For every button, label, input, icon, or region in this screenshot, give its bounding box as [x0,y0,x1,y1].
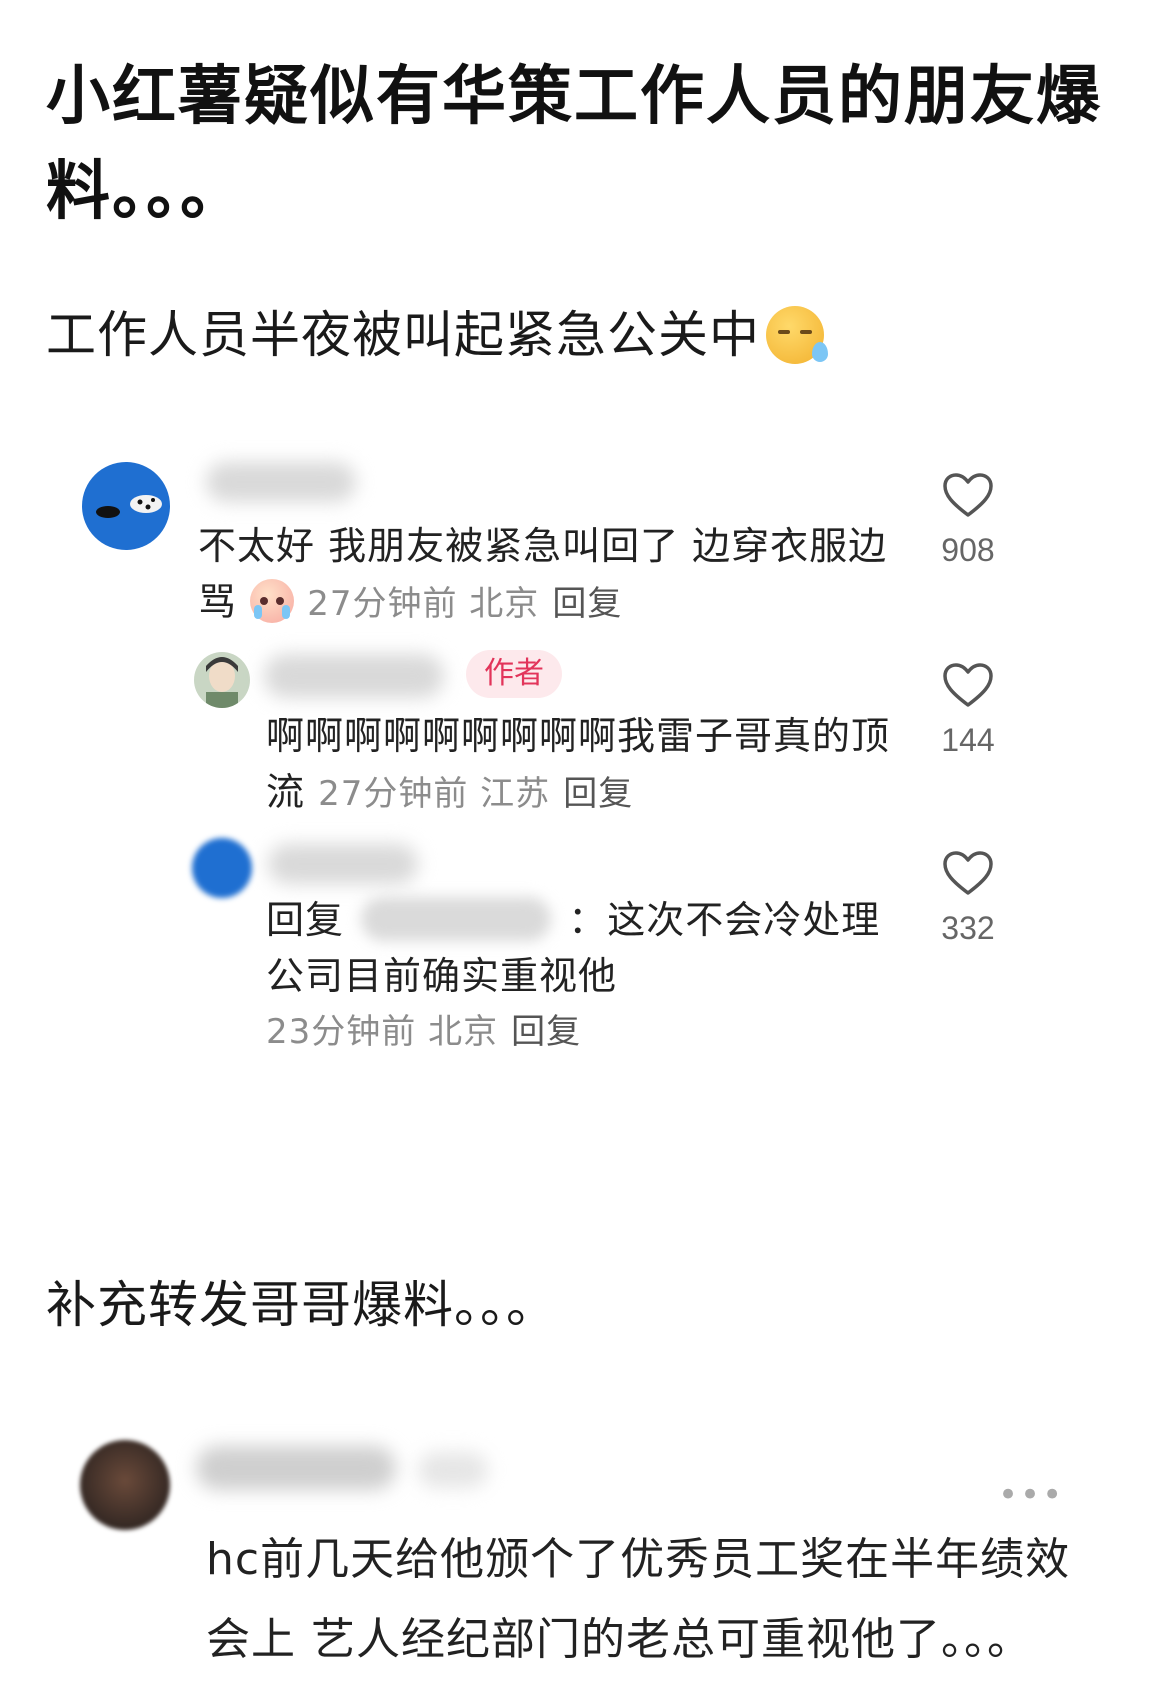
post-subtitle: 工作人员半夜被叫起紧急公关中 [46,300,828,370]
avatar[interactable] [80,1440,170,1530]
section-heading: 补充转发哥哥爆料。。。 [46,1276,557,1334]
comment-text: hc前几天给他颁个了优秀员工奖在半年绩效 会上 艺人经纪部门的老总可重视他了。。… [206,1534,1071,1665]
like-count: 908 [941,532,995,568]
comment-meta: 23分钟前 北京 [266,1012,499,1052]
reply-button[interactable]: 回复 [563,774,633,814]
username-blurred [196,1446,396,1490]
comment-meta: 27分钟前 江苏 [318,774,551,814]
comment-text: 啊啊啊啊啊啊啊啊啊我雷子哥真的顶 流 27分钟前 江苏 回复 [266,714,891,814]
like-button[interactable]: 332 [928,850,1008,947]
comment-text: 不太好 我朋友被紧急叫回了 边穿衣服边 骂 27分钟前 北京 回复 [198,524,888,624]
avatar[interactable] [82,462,170,550]
like-button[interactable]: 908 [928,472,1008,569]
username-blurred [206,462,356,502]
username-blurred [268,844,418,884]
like-count: 144 [941,722,995,758]
heart-outline-icon [943,663,993,707]
author-tag: 作者 [466,650,562,698]
comment-screenshot-2: ••• hc前几天给他颁个了优秀员工奖在半年绩效 会上 艺人经纪部门的老总可重视… [46,1420,1126,1702]
reply-button[interactable]: 回复 [511,1012,581,1052]
sleepy-face-icon [766,306,828,364]
crying-face-icon [250,579,295,623]
avatar[interactable] [194,652,250,708]
comment-screenshot-1: 不太好 我朋友被紧急叫回了 边穿衣服边 骂 27分钟前 北京 回复 908 作者… [46,440,1126,1180]
comment-text: 回复 ：这次不会冷处理 公司目前确实重视他 [266,897,881,998]
heart-outline-icon [943,851,993,895]
more-dots-icon[interactable]: ••• [998,1475,1064,1515]
comment-footer: 23分钟前 北京 回复 [266,1002,581,1060]
reply-button[interactable]: 回复 [552,584,622,624]
username-blurred [418,1452,488,1488]
mention-blurred [361,897,552,941]
subtitle-text: 工作人员半夜被叫起紧急公关中 [46,306,760,364]
post-title: 小红薯疑似有华策工作人员的朋友爆料。。。 [46,60,1102,229]
like-button[interactable]: 144 [928,662,1008,759]
avatar[interactable] [192,838,252,898]
like-count: 332 [941,910,995,946]
heart-outline-icon [943,473,993,517]
comment-meta: 27分钟前 北京 [307,584,540,624]
username-blurred [264,654,444,698]
reply-prefix: 回复 [266,898,345,942]
